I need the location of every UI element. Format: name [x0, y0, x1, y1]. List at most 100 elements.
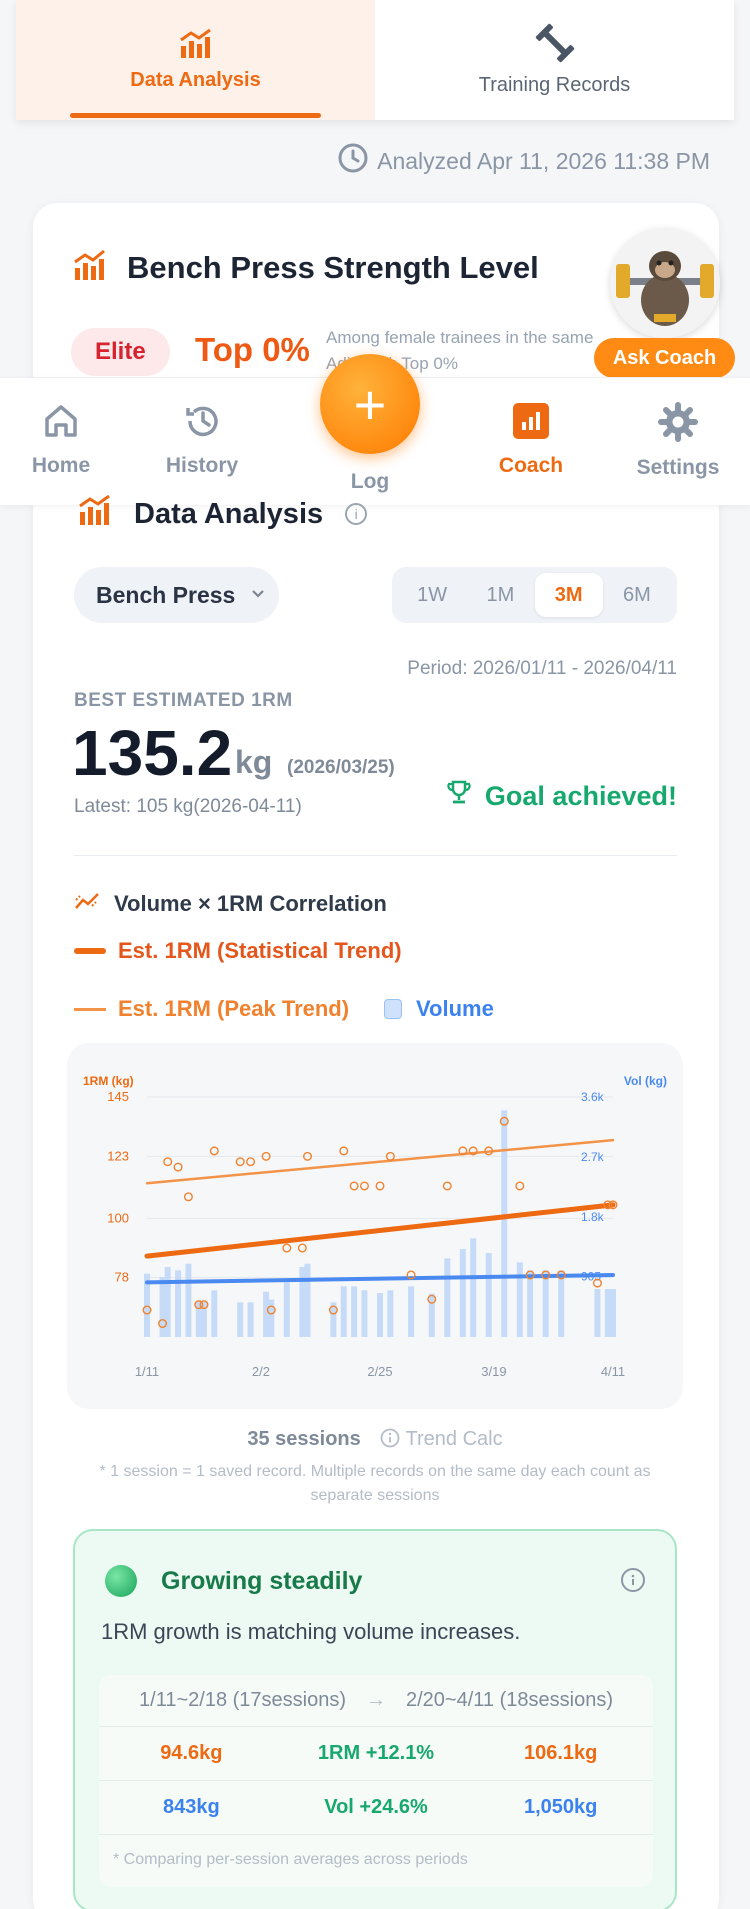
peak-trend-line — [145, 1138, 615, 1185]
orm-change: 1RM +12.1% — [317, 1742, 435, 1764]
nav-history[interactable]: History — [147, 402, 257, 478]
legend-peak-trend: Est. 1RM (Peak Trend) — [74, 996, 349, 1022]
tab-training-records[interactable]: Training Records — [375, 0, 734, 120]
nav-coach[interactable]: Coach — [476, 402, 586, 478]
strength-title-text: Bench Press Strength Level — [127, 250, 539, 285]
correlation-title: Volume × 1RM Correlation — [74, 890, 387, 918]
best-1rm-label: BEST ESTIMATED 1RM — [74, 690, 293, 711]
comparison-header: 1/11~2/18 (17sessions) → 2/20~4/11 (18se… — [99, 1675, 653, 1727]
correlation-title-text: Volume × 1RM Correlation — [114, 891, 387, 916]
nav-settings[interactable]: Settings — [623, 402, 733, 480]
left-tick-label: 100 — [107, 1210, 129, 1225]
exercise-value: Bench Press — [96, 581, 236, 608]
volume-bar — [501, 1110, 508, 1337]
session-count: 35 sessions — [247, 1428, 361, 1450]
log-fab-button[interactable]: + — [320, 354, 420, 454]
volume-bar — [268, 1299, 275, 1337]
growth-card: Growing steadily 1RM growth is matching … — [73, 1529, 677, 1909]
volume-bar — [263, 1291, 270, 1337]
bar-chart-up-icon — [78, 494, 134, 533]
bar-chart-up-icon — [179, 28, 213, 63]
coach-icon — [512, 402, 550, 446]
vol-change: Vol +24.6% — [324, 1796, 428, 1818]
nav-label: Coach — [498, 454, 564, 477]
right-tick-label: 2.7k — [581, 1150, 605, 1164]
legend-label: Est. 1RM (Peak Trend) — [118, 996, 350, 1021]
comparison-table: 1/11~2/18 (17sessions) → 2/20~4/11 (18se… — [99, 1675, 653, 1887]
info-icon[interactable]: i — [345, 503, 368, 525]
fab-label: Log — [350, 470, 390, 493]
orm-point — [297, 1243, 307, 1253]
right-tick-label: 1.8k — [581, 1210, 605, 1224]
orm-point — [173, 1162, 183, 1172]
stat-trend-line — [144, 1202, 616, 1259]
vol-after: 1,050kg — [523, 1796, 598, 1818]
ask-coach-button[interactable]: Ask Coach — [594, 338, 735, 378]
range-3m[interactable]: 3M — [534, 573, 603, 617]
range-6m[interactable]: 6M — [603, 573, 671, 617]
trend-calc-link[interactable]: Trend Calc — [380, 1428, 503, 1450]
comparison-note: * Comparing per-session averages across … — [113, 1851, 468, 1868]
divider — [74, 855, 677, 856]
legend-swatch — [384, 999, 402, 1019]
left-tick-label: 145 — [107, 1089, 129, 1104]
nav-home[interactable]: Home — [6, 402, 116, 478]
volume-bar — [485, 1253, 492, 1337]
bar-chart-up-icon — [73, 248, 127, 288]
legend-label: Volume — [416, 996, 494, 1021]
nav-label: Settings — [636, 456, 720, 479]
left-axis-label: 1RM (kg) — [83, 1074, 134, 1088]
latest-1rm: Latest: 105 kg(2026-04-11) — [74, 796, 302, 817]
legend-swatch — [74, 948, 106, 954]
data-analysis-title-text: Data Analysis — [134, 497, 324, 530]
orm-point — [282, 1243, 292, 1253]
volume-bar — [299, 1267, 306, 1337]
gear-icon — [658, 402, 698, 448]
nav-label: History — [165, 454, 239, 477]
period-a: 1/11~2/18 (17sessions) — [139, 1689, 346, 1711]
legend-volume: Volume — [384, 996, 494, 1022]
volume-bar — [594, 1289, 601, 1337]
orm-after: 106.1kg — [523, 1742, 598, 1764]
goal-status: Goal achieved! — [447, 780, 677, 813]
coach-avatar[interactable] — [610, 228, 720, 338]
goal-text: Goal achieved! — [484, 781, 677, 811]
volume-bar — [604, 1289, 611, 1337]
tab-label: Training Records — [478, 74, 631, 96]
best-1rm-unit: kg — [235, 744, 273, 780]
info-icon[interactable] — [621, 1568, 645, 1592]
top-tab-bar: Data Analysis Training Records — [16, 0, 734, 120]
level-badge: Elite — [71, 328, 170, 376]
volume-bar — [283, 1282, 290, 1337]
x-tick-label: 3/19 — [481, 1364, 506, 1379]
volume-bar — [340, 1286, 347, 1337]
volume-bar — [516, 1262, 523, 1337]
volume-bar — [470, 1238, 477, 1337]
right-tick-label: 3.6k — [581, 1090, 605, 1104]
x-tick-label: 1/11 — [135, 1364, 159, 1379]
range-1w[interactable]: 1W — [398, 573, 466, 617]
best-1rm-value: 135.2 — [72, 717, 233, 789]
x-tick-label: 4/11 — [601, 1364, 625, 1379]
orm-point — [163, 1157, 173, 1167]
tab-data-analysis[interactable]: Data Analysis — [16, 0, 375, 120]
orm-point — [339, 1146, 349, 1156]
tab-label: Data Analysis — [130, 69, 261, 91]
volume-bar — [444, 1258, 451, 1337]
volume-bar — [304, 1263, 311, 1337]
right-axis-label: Vol (kg) — [624, 1074, 667, 1088]
data-analysis-title: Data Analysis i — [78, 494, 368, 533]
orm-point — [246, 1157, 256, 1167]
orm-point — [375, 1181, 385, 1191]
x-tick-label: 2/25 — [367, 1364, 392, 1379]
volume-bar — [361, 1290, 368, 1337]
volume-bar — [237, 1302, 244, 1337]
left-tick-label: 123 — [107, 1148, 129, 1163]
orm-point — [442, 1181, 452, 1191]
exercise-select[interactable]: Bench Press — [74, 567, 279, 623]
clock-icon — [337, 142, 377, 180]
range-1m[interactable]: 1M — [466, 573, 534, 617]
orm-point — [209, 1146, 219, 1156]
volume-bar — [351, 1286, 358, 1337]
x-tick-label: 2/2 — [252, 1364, 270, 1379]
